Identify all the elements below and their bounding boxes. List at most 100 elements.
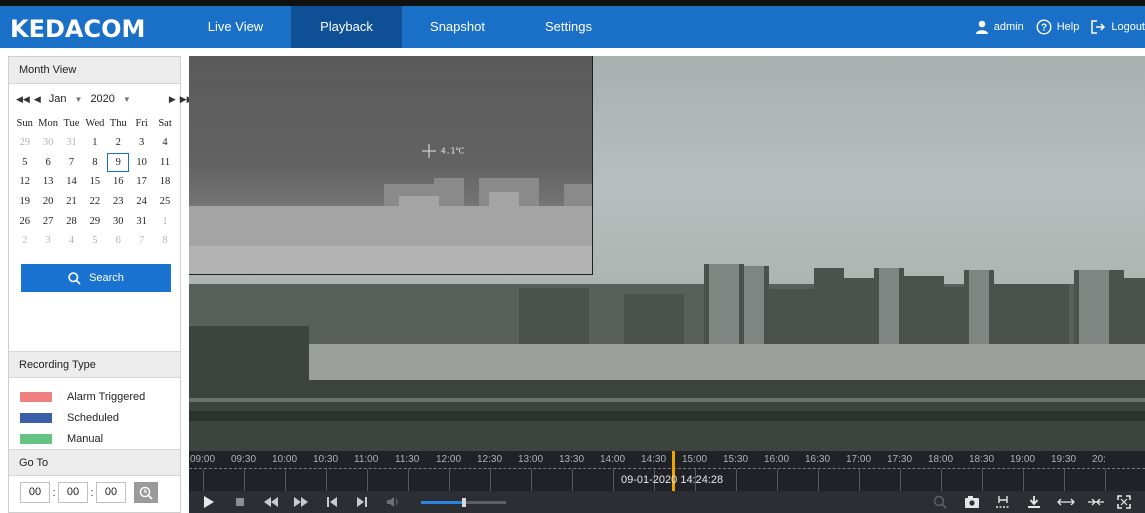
stop-icon[interactable]: [235, 495, 247, 509]
user-icon: [975, 20, 988, 34]
calendar-day[interactable]: 17: [130, 172, 153, 192]
prev-year-icon[interactable]: ◀◀: [16, 94, 30, 105]
calendar-day[interactable]: 6: [36, 153, 59, 173]
play-icon[interactable]: [203, 495, 215, 509]
year-select[interactable]: 2020 ▼: [90, 93, 130, 105]
legend-label: Alarm Triggered: [67, 390, 146, 403]
calendar-day[interactable]: 1: [83, 133, 106, 153]
calendar-day[interactable]: 10: [130, 153, 153, 173]
nav-playback[interactable]: Playback: [291, 6, 402, 48]
goto-hour-field[interactable]: 00: [20, 482, 50, 503]
calendar-day[interactable]: 8: [153, 231, 176, 251]
timeline-tick: [941, 469, 942, 491]
calendar-day[interactable]: 1: [153, 211, 176, 231]
calendar-day[interactable]: 5: [13, 153, 36, 173]
goto-button[interactable]: [134, 482, 158, 503]
legend-item-manual: Manual: [20, 428, 145, 449]
timeline-dashed-line: [189, 468, 1145, 469]
timeline-tick-label: 15:00: [682, 454, 708, 465]
playback-video[interactable]: 4.1℃: [189, 56, 1145, 451]
nav-snapshot[interactable]: Snapshot: [402, 6, 513, 48]
goto-minute-field[interactable]: 00: [58, 482, 88, 503]
nav-settings[interactable]: Settings: [513, 6, 624, 48]
calendar-day[interactable]: 30: [36, 133, 59, 153]
timeline-tick-label: 18:00: [928, 454, 954, 465]
calendar-day[interactable]: 7: [60, 153, 83, 173]
calendar-day[interactable]: 15: [83, 172, 106, 192]
goto-title: Go To: [9, 449, 180, 476]
goto-second-field[interactable]: 00: [96, 482, 126, 503]
zoom-icon[interactable]: [933, 495, 947, 509]
calendar-day[interactable]: 29: [13, 133, 36, 153]
calendar-day[interactable]: 19: [13, 192, 36, 212]
calendar-day[interactable]: 24: [130, 192, 153, 212]
calendar-day[interactable]: 26: [13, 211, 36, 231]
zoom-out-timeline-icon[interactable]: [1057, 495, 1075, 509]
help-link[interactable]: ? Help: [1036, 19, 1079, 35]
calendar-day[interactable]: 30: [107, 211, 130, 231]
volume-knob[interactable]: [461, 498, 466, 507]
calendar-day[interactable]: 14: [60, 172, 83, 192]
time-separator: :: [90, 486, 94, 499]
calendar-day[interactable]: 28: [60, 211, 83, 231]
nav-live-view[interactable]: Live View: [180, 6, 291, 48]
volume-slider[interactable]: [421, 498, 506, 507]
fast-forward-icon[interactable]: [293, 495, 309, 509]
clip-icon[interactable]: [995, 495, 1011, 509]
calendar-day[interactable]: 31: [60, 133, 83, 153]
timeline-tick-label: 13:00: [518, 454, 544, 465]
crosshair-icon: [422, 144, 436, 158]
calendar-day[interactable]: 23: [107, 192, 130, 212]
calendar-day[interactable]: 8: [83, 153, 106, 173]
calendar-day[interactable]: 22: [83, 192, 106, 212]
calendar-day[interactable]: 3: [130, 133, 153, 153]
download-icon[interactable]: [1027, 495, 1041, 509]
calendar-day[interactable]: 11: [153, 153, 176, 173]
calendar-day[interactable]: 7: [130, 231, 153, 251]
calendar-day[interactable]: 4: [60, 231, 83, 251]
search-button[interactable]: Search: [21, 264, 171, 292]
user-menu[interactable]: admin: [975, 20, 1024, 34]
calendar-day[interactable]: 20: [36, 192, 59, 212]
timeline-tick-label: 09:00: [190, 454, 216, 465]
next-frame-icon[interactable]: [355, 495, 369, 509]
timeline-tick: [203, 469, 204, 491]
calendar-day[interactable]: 6: [107, 231, 130, 251]
timeline-tick-label: 17:30: [887, 454, 913, 465]
calendar-day[interactable]: 25: [153, 192, 176, 212]
calendar-day[interactable]: 2: [13, 231, 36, 251]
snapshot-icon[interactable]: [964, 495, 980, 509]
timeline-tick-label: 19:00: [1010, 454, 1036, 465]
timeline-tick: [326, 469, 327, 491]
calendar-day[interactable]: 29: [83, 211, 106, 231]
calendar-day[interactable]: 12: [13, 172, 36, 192]
calendar-day[interactable]: 2: [107, 133, 130, 153]
calendar-day-selected[interactable]: 9: [107, 152, 130, 173]
calendar-day[interactable]: 21: [60, 192, 83, 212]
playback-timeline[interactable]: 09:00 09:30 10:00 10:30 11:00 11:30 12:00 12:30…: [189, 451, 1145, 491]
prev-month-icon[interactable]: ◀: [34, 94, 41, 105]
calendar-day[interactable]: 5: [83, 231, 106, 251]
calendar-day[interactable]: 13: [36, 172, 59, 192]
slow-rewind-icon[interactable]: [263, 495, 279, 509]
previous-frame-icon[interactable]: [325, 495, 339, 509]
timeline-tick: [408, 469, 409, 491]
volume-icon[interactable]: [385, 495, 401, 509]
next-month-icon[interactable]: ▶: [169, 94, 176, 105]
calendar-day[interactable]: 16: [107, 172, 130, 192]
month-select[interactable]: Jan ▼: [49, 93, 83, 105]
calendar-day[interactable]: 4: [153, 133, 176, 153]
search-label: Search: [89, 272, 124, 284]
manual-swatch: [20, 433, 52, 444]
timeline-tick: [367, 469, 368, 491]
fullscreen-icon[interactable]: [1117, 495, 1131, 509]
legend-label: Scheduled: [67, 411, 119, 424]
calendar-day[interactable]: 27: [36, 211, 59, 231]
logout-link[interactable]: Logout: [1091, 20, 1145, 34]
calendar-day[interactable]: 18: [153, 172, 176, 192]
timeline-tick: [736, 469, 737, 491]
timeline-tick-label: 10:30: [313, 454, 339, 465]
zoom-in-timeline-icon[interactable]: [1087, 495, 1105, 509]
calendar-day[interactable]: 31: [130, 211, 153, 231]
calendar-day[interactable]: 3: [36, 231, 59, 251]
